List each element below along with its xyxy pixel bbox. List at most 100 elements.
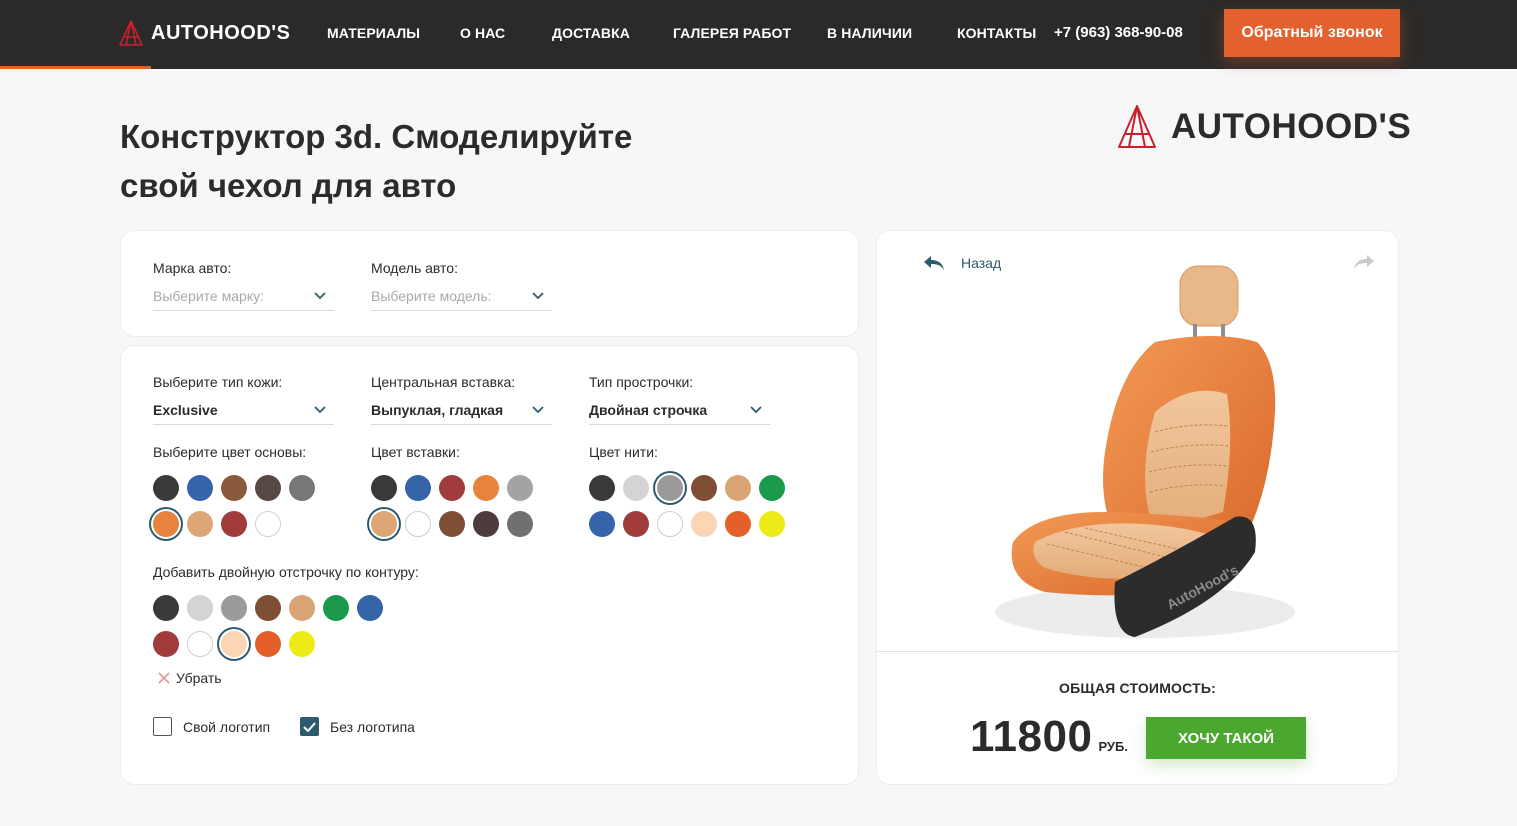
- logo-triangle-icon: [1118, 105, 1156, 148]
- leather-type-select[interactable]: Exclusive: [153, 395, 334, 425]
- contour-color-swatch[interactable]: [323, 595, 349, 621]
- thread-color-swatch[interactable]: [623, 475, 649, 501]
- base-color-swatch[interactable]: [187, 511, 213, 537]
- price-currency: РУБ.: [1098, 739, 1128, 754]
- contour-color-swatch[interactable]: [153, 595, 179, 621]
- base-color-swatch[interactable]: [153, 475, 179, 501]
- page-title-line-2: свой чехол для авто: [120, 167, 457, 204]
- chevron-down-icon: [532, 404, 544, 416]
- thread-color-swatch[interactable]: [657, 511, 683, 537]
- thread-color-swatch[interactable]: [759, 475, 785, 501]
- insert-color-swatch[interactable]: [439, 475, 465, 501]
- redo-arrow-icon: [1354, 255, 1374, 269]
- nav-about[interactable]: О НАС: [460, 25, 505, 41]
- center-insert-label: Центральная вставка:: [371, 374, 516, 390]
- insert-color-swatch[interactable]: [371, 475, 397, 501]
- total-cost-label: ОБЩАЯ СТОИМОСТЬ:: [1059, 680, 1216, 696]
- leather-type-value: Exclusive: [153, 401, 218, 418]
- model-select[interactable]: Выберите модель:: [371, 281, 552, 311]
- remove-contour-label: Убрать: [176, 670, 222, 686]
- own-logo-label: Свой логотип: [183, 718, 271, 735]
- want-this-button[interactable]: ХОЧУ ТАКОЙ: [1146, 717, 1306, 759]
- base-color-swatch[interactable]: [289, 475, 315, 501]
- thread-color-swatch[interactable]: [691, 511, 717, 537]
- base-color-swatch[interactable]: [221, 511, 247, 537]
- own-logo-option[interactable]: Свой логотип: [153, 717, 270, 736]
- make-select[interactable]: Выберите марку:: [153, 281, 334, 311]
- chevron-down-icon: [314, 404, 326, 416]
- close-icon: [158, 672, 170, 684]
- seat-preview-image: AutoHood's: [995, 265, 1295, 638]
- nav-gallery[interactable]: ГАЛЕРЕЯ РАБОТ: [673, 25, 791, 41]
- thread-color-swatch[interactable]: [589, 475, 615, 501]
- base-color-swatch[interactable]: [255, 475, 281, 501]
- thread-color-swatch[interactable]: [759, 511, 785, 537]
- thread-color-swatch[interactable]: [623, 511, 649, 537]
- base-color-swatch[interactable]: [255, 511, 281, 537]
- contour-color-swatch[interactable]: [289, 631, 315, 657]
- make-select-value: Выберите марку:: [153, 287, 264, 304]
- center-insert-value: Выпуклая, гладкая: [371, 401, 504, 418]
- checkmark-icon: [303, 721, 316, 732]
- base-color-swatch[interactable]: [153, 511, 179, 537]
- nav-in-stock[interactable]: В НАЛИЧИИ: [827, 25, 912, 41]
- forward-button[interactable]: [1353, 254, 1375, 275]
- model-select-value: Выберите модель:: [371, 287, 492, 304]
- insert-color-swatch[interactable]: [439, 511, 465, 537]
- page-title-line-1: Конструктор 3d. Смоделируйте: [120, 118, 633, 155]
- brand-logo-text: AUTOHOOD'S: [1171, 106, 1412, 146]
- thread-color-swatch[interactable]: [725, 475, 751, 501]
- insert-color-swatch[interactable]: [473, 511, 499, 537]
- thread-color-swatch[interactable]: [691, 475, 717, 501]
- base-color-label: Выберите цвет основы:: [153, 444, 307, 460]
- contour-color-swatch[interactable]: [255, 595, 281, 621]
- base-color-swatch[interactable]: [187, 475, 213, 501]
- no-logo-checkbox[interactable]: [300, 717, 319, 736]
- base-color-swatch[interactable]: [221, 475, 247, 501]
- insert-color-swatch[interactable]: [507, 511, 533, 537]
- stitch-type-select[interactable]: Двойная строчка: [589, 395, 770, 425]
- contour-color-swatch[interactable]: [255, 631, 281, 657]
- nav-delivery[interactable]: ДОСТАВКА: [552, 25, 630, 41]
- contour-color-palette: [153, 595, 391, 657]
- contour-color-swatch[interactable]: [221, 595, 247, 621]
- contour-color-swatch[interactable]: [187, 631, 213, 657]
- top-navigation-bar: AUTOHOOD'S МАТЕРИАЛЫ О НАС ДОСТАВКА ГАЛЕ…: [0, 0, 1517, 69]
- insert-color-swatch[interactable]: [473, 475, 499, 501]
- no-logo-label: Без логотипа: [330, 718, 415, 735]
- undo-arrow-icon: [924, 256, 944, 270]
- stitch-type-value: Двойная строчка: [589, 401, 708, 418]
- insert-color-swatch[interactable]: [507, 475, 533, 501]
- callback-button[interactable]: Обратный звонок: [1224, 9, 1400, 57]
- page-title: Конструктор 3d. Смоделируйте свой чехол …: [120, 112, 680, 210]
- contour-color-swatch[interactable]: [289, 595, 315, 621]
- contour-stitch-label: Добавить двойную отстрочку по контуру:: [153, 564, 419, 580]
- remove-contour-button[interactable]: Убрать: [158, 670, 222, 686]
- own-logo-checkbox[interactable]: [153, 717, 172, 736]
- preview-divider: [877, 651, 1398, 652]
- insert-color-palette: [371, 475, 541, 537]
- leather-type-label: Выберите тип кожи:: [153, 374, 283, 390]
- nav-contacts[interactable]: КОНТАКТЫ: [957, 25, 1036, 41]
- insert-color-swatch[interactable]: [405, 475, 431, 501]
- make-label: Марка авто:: [153, 260, 232, 276]
- contour-color-swatch[interactable]: [221, 631, 247, 657]
- contour-color-swatch[interactable]: [187, 595, 213, 621]
- contour-color-swatch[interactable]: [153, 631, 179, 657]
- center-insert-select[interactable]: Выпуклая, гладкая: [371, 395, 552, 425]
- nav-materials[interactable]: МАТЕРИАЛЫ: [327, 25, 420, 41]
- thread-color-swatch[interactable]: [657, 475, 683, 501]
- insert-color-swatch[interactable]: [405, 511, 431, 537]
- base-color-palette: [153, 475, 323, 537]
- no-logo-option[interactable]: Без логотипа: [300, 717, 415, 736]
- thread-color-swatch[interactable]: [725, 511, 751, 537]
- insert-color-swatch[interactable]: [371, 511, 397, 537]
- active-nav-indicator: [0, 66, 151, 69]
- contour-color-swatch[interactable]: [357, 595, 383, 621]
- header-phone[interactable]: +7 (963) 368-90-08: [1054, 24, 1183, 41]
- chevron-down-icon: [750, 404, 762, 416]
- price: 11800 РУБ.: [970, 712, 1128, 762]
- brand-logo: AUTOHOOD'S: [1117, 104, 1411, 149]
- thread-color-swatch[interactable]: [589, 511, 615, 537]
- model-label: Модель авто:: [371, 260, 458, 276]
